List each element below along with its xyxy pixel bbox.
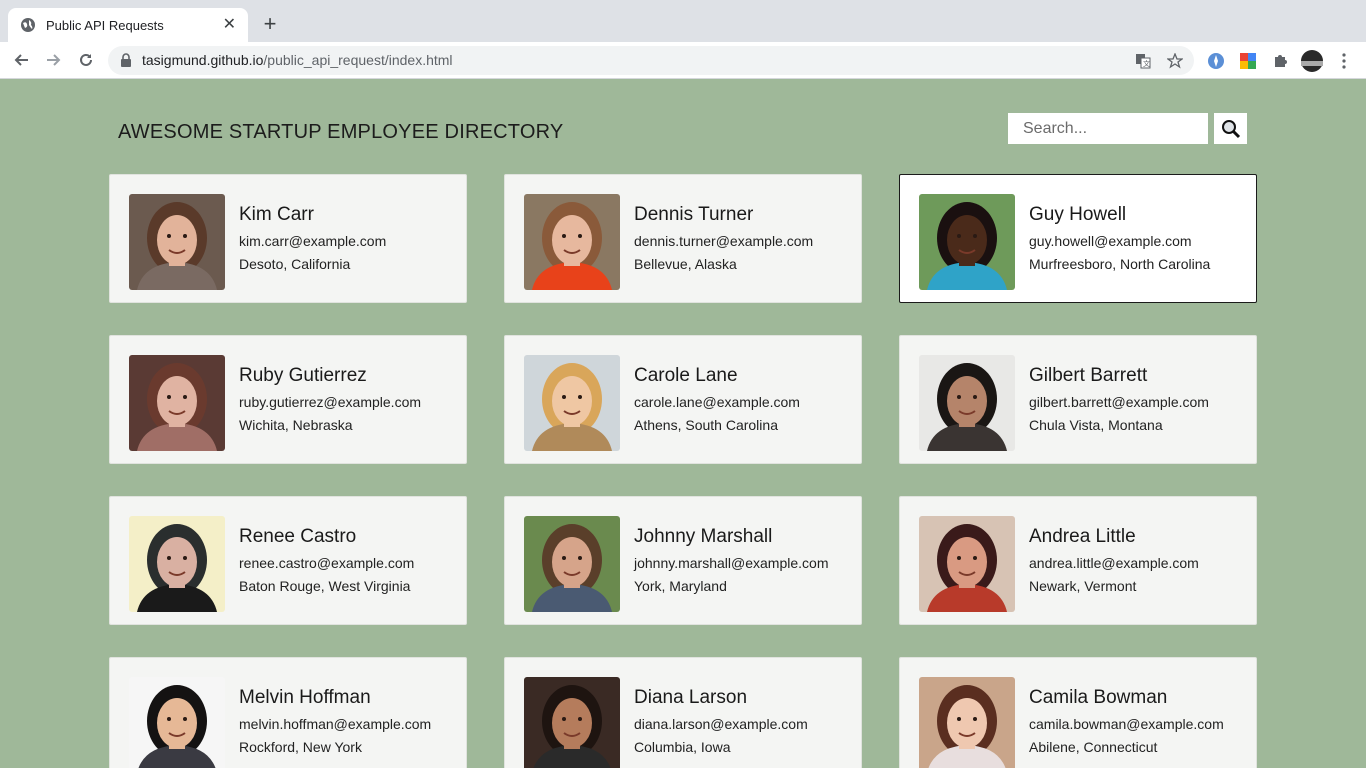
employee-name: Kim Carr: [239, 204, 314, 225]
translate-icon[interactable]: 文: [1134, 52, 1152, 70]
employee-name: Diana Larson: [634, 687, 748, 708]
employee-card[interactable]: Andrea Little andrea.little@example.com Ne…: [899, 496, 1257, 625]
employee-location: Bellevue, Alaska: [634, 256, 737, 272]
employee-location: Newark, Vermont: [1029, 578, 1137, 594]
employee-location: York, Maryland: [634, 578, 727, 594]
employee-card[interactable]: Ruby Gutierrez ruby.gutierrez@example.com…: [109, 335, 467, 464]
profile-avatar-icon[interactable]: [1301, 50, 1323, 72]
employee-email: carole.lane@example.com: [634, 394, 800, 410]
employee-email: melvin.hoffman@example.com: [239, 716, 432, 732]
employee-card[interactable]: Johnny Marshall johnny.marshall@example.c…: [504, 496, 862, 625]
employee-card[interactable]: Kim Carr kim.carr@example.com Desoto, Cali…: [109, 174, 467, 303]
magnifier-icon: [1221, 119, 1240, 138]
employee-location: Abilene, Connecticut: [1029, 739, 1158, 755]
employee-name: Ruby Gutierrez: [239, 365, 367, 386]
employee-email: camila.bowman@example.com: [1029, 716, 1224, 732]
employee-email: dennis.turner@example.com: [634, 233, 814, 249]
employee-location: Columbia, Iowa: [634, 739, 731, 755]
employee-name: Renee Castro: [239, 526, 357, 547]
menu-kebab-icon[interactable]: [1334, 51, 1354, 71]
employee-card[interactable]: Dennis Turner dennis.turner@example.com Be…: [504, 174, 862, 303]
new-tab-button[interactable]: +: [258, 12, 282, 36]
employee-photo: [919, 194, 1015, 290]
employee-name: Carole Lane: [634, 365, 738, 386]
employee-name: Gilbert Barrett: [1029, 365, 1148, 386]
employee-location: Chula Vista, Montana: [1029, 417, 1163, 433]
employee-card[interactable]: Guy Howell guy.howell@example.com Murfrees…: [899, 174, 1257, 303]
employee-email: diana.larson@example.com: [634, 716, 808, 732]
employee-name: Andrea Little: [1029, 526, 1136, 547]
employee-location: Baton Rouge, West Virginia: [239, 578, 411, 594]
employee-card[interactable]: Renee Castro renee.castro@example.com Bato…: [109, 496, 467, 625]
employee-name: Johnny Marshall: [634, 526, 773, 547]
employee-name: Dennis Turner: [634, 204, 754, 225]
employee-photo: [524, 355, 620, 451]
browser-toolbar: tasigmund.github.io/public_api_request/i…: [0, 42, 1366, 79]
employee-location: Wichita, Nebraska: [239, 417, 353, 433]
employee-photo: [129, 516, 225, 612]
employee-name: Guy Howell: [1029, 204, 1127, 225]
employee-email: johnny.marshall@example.com: [634, 555, 829, 571]
search-button[interactable]: [1214, 113, 1247, 144]
extension-google-icon[interactable]: [1238, 51, 1258, 71]
employee-name: Melvin Hoffman: [239, 687, 371, 708]
url-path: /public_api_request/index.html: [263, 52, 453, 68]
browser-chrome: Public API Requests ✕ + tasigmund.github…: [0, 0, 1366, 79]
employee-card[interactable]: Melvin Hoffman melvin.hoffman@example.com…: [109, 657, 467, 768]
globe-icon: [21, 18, 35, 32]
employee-photo: [129, 194, 225, 290]
address-bar[interactable]: tasigmund.github.io/public_api_request/i…: [108, 46, 1194, 75]
employee-email: gilbert.barrett@example.com: [1029, 394, 1209, 410]
employee-card[interactable]: Camila Bowman camila.bowman@example.com Ab…: [899, 657, 1257, 768]
employee-photo: [919, 355, 1015, 451]
employee-name: Camila Bowman: [1029, 687, 1168, 708]
extensions-puzzle-icon[interactable]: [1270, 51, 1290, 71]
employee-photo: [129, 677, 225, 768]
lock-icon: [121, 53, 131, 67]
employee-location: Rockford, New York: [239, 739, 362, 755]
employee-email: ruby.gutierrez@example.com: [239, 394, 422, 410]
employee-email: renee.castro@example.com: [239, 555, 415, 571]
employee-card[interactable]: Gilbert Barrett gilbert.barrett@example.c…: [899, 335, 1257, 464]
extension-compass-icon[interactable]: [1206, 51, 1226, 71]
search-input[interactable]: [1008, 113, 1208, 144]
employee-photo: [524, 516, 620, 612]
employee-email: andrea.little@example.com: [1029, 555, 1199, 571]
employee-photo: [129, 355, 225, 451]
employee-location: Murfreesboro, North Carolina: [1029, 256, 1211, 272]
url-domain: tasigmund.github.io: [142, 52, 264, 68]
back-icon[interactable]: [9, 48, 33, 72]
employee-photo: [524, 194, 620, 290]
employee-location: Athens, South Carolina: [634, 417, 778, 433]
tab-title: Public API Requests: [46, 17, 164, 33]
svg-text:文: 文: [1143, 59, 1150, 68]
employee-photo: [919, 677, 1015, 768]
close-tab-icon[interactable]: ✕: [223, 17, 236, 33]
employee-card[interactable]: Diana Larson diana.larson@example.com Colu…: [504, 657, 862, 768]
forward-icon[interactable]: [42, 48, 66, 72]
reload-icon[interactable]: [74, 48, 98, 72]
employee-card[interactable]: Carole Lane carole.lane@example.com Athens…: [504, 335, 862, 464]
bookmark-star-icon[interactable]: [1166, 52, 1184, 70]
employee-email: kim.carr@example.com: [239, 233, 387, 249]
url-text: tasigmund.github.io/public_api_request/i…: [142, 52, 453, 68]
employee-email: guy.howell@example.com: [1029, 233, 1192, 249]
employee-photo: [919, 516, 1015, 612]
browser-tab[interactable]: Public API Requests ✕: [8, 8, 248, 42]
employee-location: Desoto, California: [239, 256, 351, 272]
page-title: AWESOME STARTUP EMPLOYEE DIRECTORY: [118, 121, 564, 143]
employee-photo: [524, 677, 620, 768]
